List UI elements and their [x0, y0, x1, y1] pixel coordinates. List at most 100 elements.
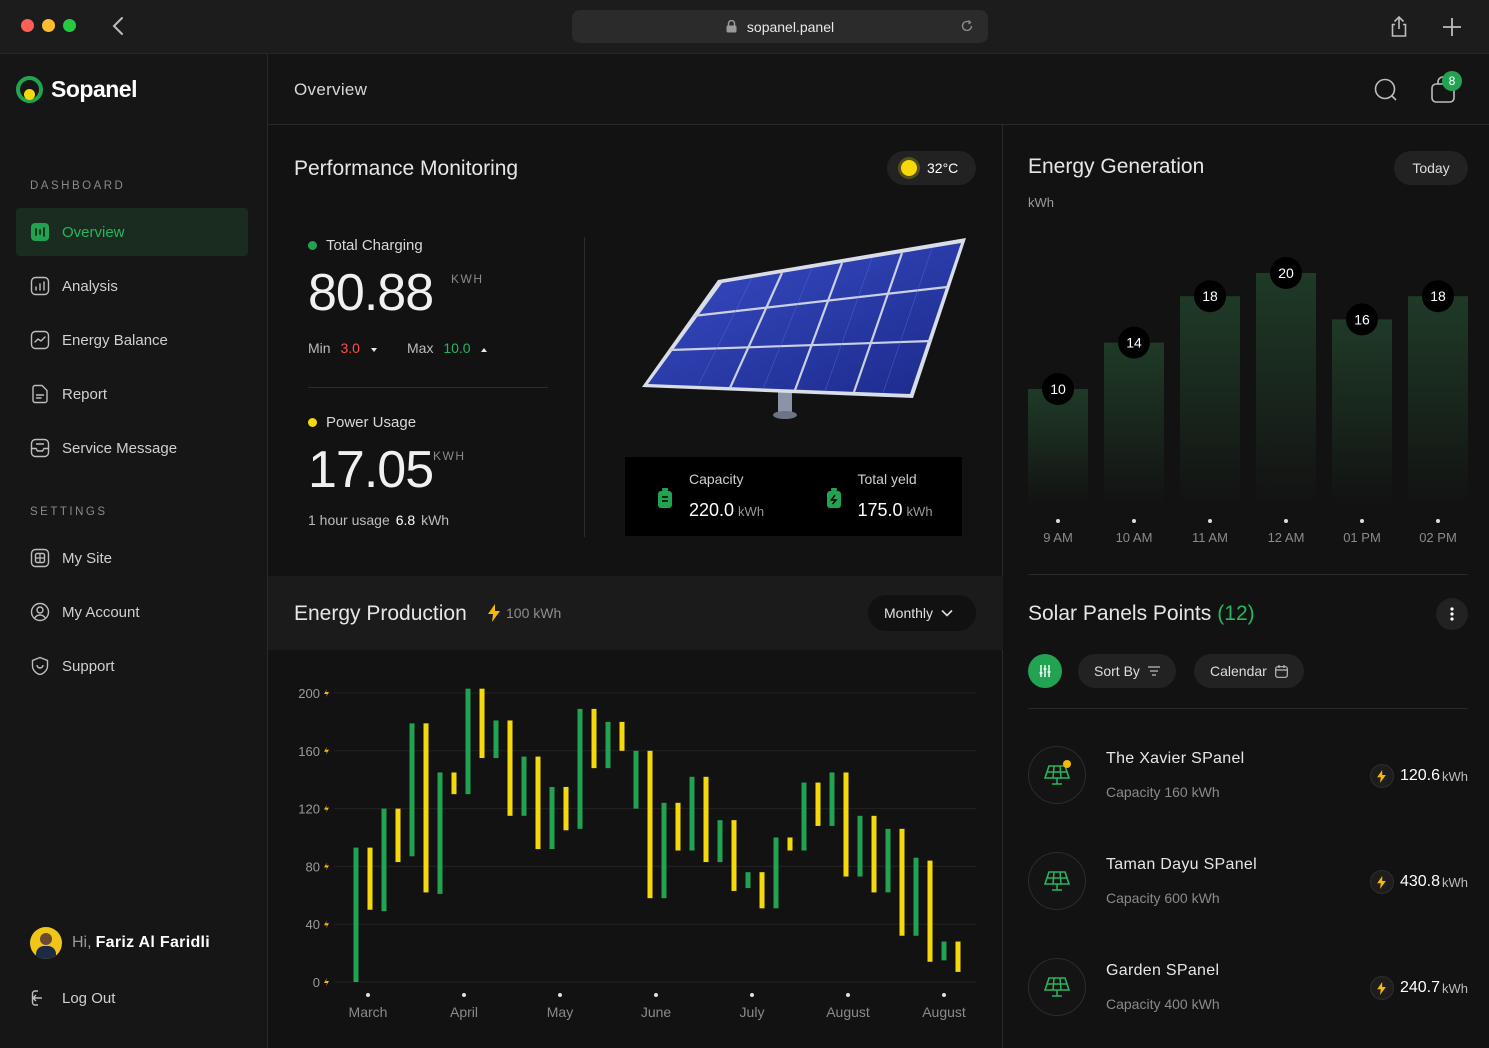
production-bar: [717, 820, 723, 863]
panel-name: The Xavier SPanel: [1106, 750, 1245, 767]
search-icon: [1374, 78, 1397, 101]
production-bar: [493, 720, 499, 759]
production-bar: [843, 772, 849, 877]
production-bar: [801, 782, 807, 851]
overview-icon: [30, 222, 50, 242]
sidebar-item-my-account[interactable]: My Account: [16, 588, 248, 636]
bar-value-label: 18: [1430, 288, 1446, 304]
production-bar: [745, 872, 751, 889]
value-label-bubble: [1422, 280, 1454, 313]
card-title-group: Solar Panels Points (12): [1028, 602, 1255, 626]
x-tick-dot: [750, 993, 754, 997]
weather-badge[interactable]: 32°C: [887, 151, 976, 185]
production-bar: [941, 941, 947, 961]
sidebar-item-label: My Site: [62, 549, 113, 567]
minimize-window-button[interactable]: [42, 19, 55, 32]
x-tick-label: June: [641, 1004, 672, 1020]
lightning-icon: [1369, 976, 1394, 1000]
solar-panel-icon: [1028, 746, 1086, 804]
capacity-unit: kWh: [738, 504, 765, 519]
sidebar-item-my-site[interactable]: My Site: [16, 534, 248, 582]
calendar-button[interactable]: Calendar: [1194, 654, 1304, 688]
period-filter-button[interactable]: Today: [1394, 151, 1468, 185]
solar-panel-icon: [1028, 958, 1086, 1016]
production-bar: [899, 828, 905, 936]
logout-label: Log Out: [62, 989, 116, 1007]
value-label-bubble: [1042, 373, 1074, 405]
x-tick-dot: [366, 993, 370, 997]
energy-production-chart-area: 200 160 120 80 40 0 March April May June July Augus…: [268, 650, 1003, 1048]
x-tick-dot: [1132, 519, 1136, 523]
sort-by-button[interactable]: Sort By: [1078, 654, 1176, 688]
close-window-button[interactable]: [21, 19, 34, 32]
production-bar: [353, 847, 359, 982]
more-options-button[interactable]: [1436, 598, 1468, 630]
sidebar-item-report[interactable]: Report: [16, 370, 248, 418]
production-bar: [647, 750, 653, 899]
lightning-icon: [1369, 764, 1394, 788]
list-item[interactable]: The Xavier SPanel Capacity 160 kWh 120.6…: [1028, 746, 1468, 808]
support-icon: [30, 656, 50, 676]
lightning-icon: [324, 746, 329, 755]
lightning-icon: [324, 920, 329, 929]
sidebar: Sopanel DASHBOARD Overview Analysis Ener…: [0, 54, 268, 1048]
sidebar-item-label: Overview: [62, 223, 125, 241]
performance-monitoring-card: Performance Monitoring 32°C Total Chargi…: [268, 125, 1003, 576]
logout-button[interactable]: Log Out: [30, 988, 115, 1008]
y-tick-label: 160: [298, 744, 320, 759]
share-button[interactable]: [1388, 15, 1410, 39]
y-tick-label: 80: [306, 859, 320, 874]
back-button[interactable]: [106, 13, 130, 39]
solar-panel-icon: [1028, 852, 1086, 910]
production-bar: [787, 837, 793, 851]
min-value-group: Min 3.0: [308, 340, 378, 356]
sidebar-item-label: Service Message: [62, 439, 178, 457]
sidebar-item-support[interactable]: Support: [16, 642, 248, 690]
total-charging-unit: KWH: [451, 272, 484, 286]
sidebar-item-overview[interactable]: Overview: [16, 208, 248, 256]
sidebar-item-analysis[interactable]: Analysis: [16, 262, 248, 310]
filter-button[interactable]: [1028, 654, 1062, 688]
calendar-label: Calendar: [1210, 663, 1267, 679]
site-icon: [30, 548, 50, 568]
divider: [584, 237, 585, 537]
panel-name: Garden SPanel: [1106, 962, 1220, 979]
value-label-bubble: [1194, 280, 1226, 313]
app-name: Sopanel: [51, 76, 137, 102]
capacity-label: Capacity: [689, 471, 744, 487]
address-bar[interactable]: sopanel.panel: [572, 10, 988, 43]
production-bar: [829, 772, 835, 826]
x-tick-label: 01 PM: [1343, 530, 1381, 545]
x-tick-label: 02 PM: [1419, 530, 1457, 545]
new-tab-button[interactable]: [1440, 15, 1464, 39]
usage-value: 6.8: [395, 512, 416, 528]
production-bar: [591, 708, 597, 769]
x-tick-dot: [558, 993, 562, 997]
lightning-icon: [324, 978, 329, 986]
usage-unit: kWh: [421, 512, 450, 528]
maximize-window-button[interactable]: [63, 19, 76, 32]
y-axis-unit: kWh: [1028, 195, 1054, 210]
list-item[interactable]: Garden SPanel Capacity 400 kWh 240.7 kWh: [1028, 958, 1468, 1020]
metric-label-text: Total Charging: [326, 237, 423, 254]
user-profile[interactable]: Hi, Fariz Al Faridli: [30, 927, 210, 959]
reload-icon[interactable]: [960, 19, 974, 33]
production-bar: [675, 802, 681, 851]
avatar: [30, 927, 62, 959]
usage-label: 1 hour usage: [308, 512, 390, 528]
list-item[interactable]: Taman Dayu SPanel Capacity 600 kWh 430.8…: [1028, 852, 1468, 914]
generation-bar: [1180, 296, 1240, 505]
x-tick-label: 12 AM: [1268, 530, 1305, 545]
period-dropdown[interactable]: Monthly: [868, 595, 976, 631]
sidebar-item-service-message[interactable]: Service Message: [16, 424, 248, 472]
sidebar-item-label: Energy Balance: [62, 331, 168, 349]
y-tick-label: 0: [313, 975, 320, 990]
search-button[interactable]: [1374, 78, 1398, 102]
sidebar-item-energy-balance[interactable]: Energy Balance: [16, 316, 248, 364]
lightning-icon: [324, 689, 329, 697]
production-bar: [619, 721, 625, 751]
panel-capacity: Capacity 160 kWh: [1106, 784, 1220, 800]
app-logo[interactable]: Sopanel: [16, 76, 137, 103]
analysis-icon: [30, 276, 50, 296]
production-bar: [661, 802, 667, 899]
